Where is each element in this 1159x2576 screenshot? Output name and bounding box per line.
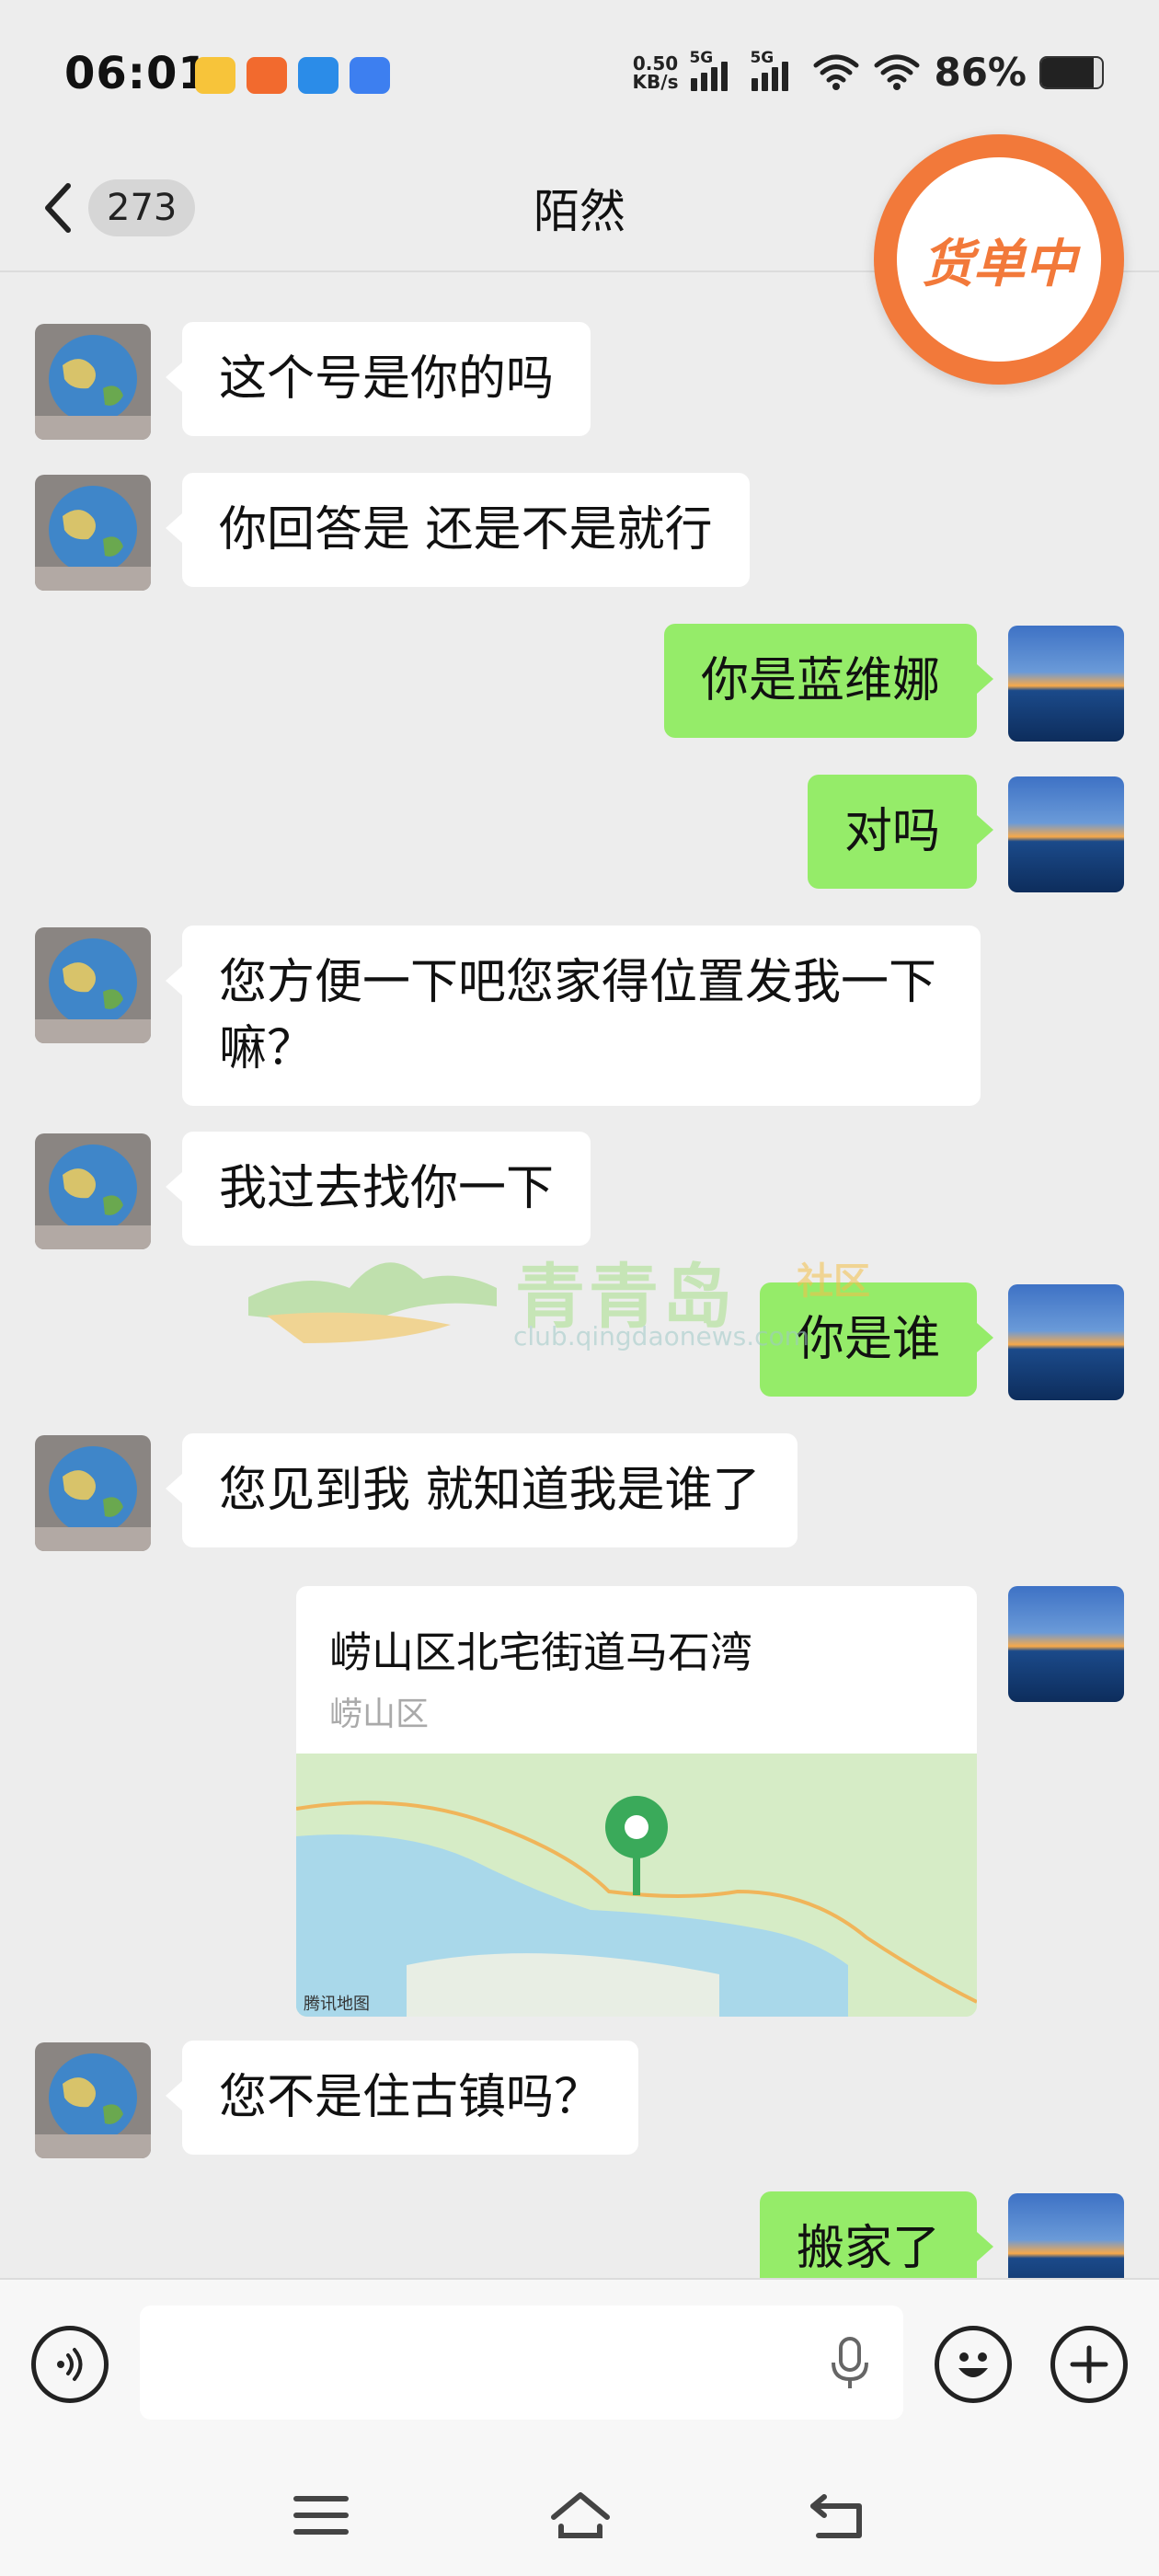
my-avatar[interactable] bbox=[1008, 776, 1124, 892]
message-input[interactable] bbox=[140, 2306, 903, 2420]
outgoing-message[interactable]: 你是蓝维娜 bbox=[663, 624, 994, 738]
contact-avatar[interactable] bbox=[35, 2042, 151, 2158]
notification-app-icon bbox=[195, 57, 235, 94]
incoming-message[interactable]: 你回答是 还是不是就行 bbox=[166, 473, 750, 587]
input-bar bbox=[0, 2278, 1159, 2447]
wifi-icon bbox=[874, 54, 920, 90]
contact-avatar[interactable] bbox=[35, 1133, 151, 1249]
contact-avatar[interactable] bbox=[35, 1435, 151, 1551]
notification-app-icon bbox=[350, 57, 390, 94]
home-icon[interactable] bbox=[548, 2490, 613, 2541]
net-speed-value: 0.50 bbox=[632, 52, 679, 75]
incoming-message[interactable]: 您见到我 就知道我是谁了 bbox=[166, 1433, 798, 1547]
incoming-message[interactable]: 这个号是你的吗 bbox=[165, 322, 591, 436]
location-title: 崂山区北宅街道马石湾 bbox=[329, 1627, 752, 1677]
my-avatar[interactable] bbox=[1008, 1586, 1124, 1702]
system-nav-bar bbox=[0, 2447, 1159, 2576]
incoming-message[interactable]: 您不是住古镇吗？ bbox=[165, 2041, 639, 2155]
network-speed: 0.50 KB/s bbox=[633, 54, 679, 91]
plus-button[interactable] bbox=[1050, 2326, 1128, 2403]
my-avatar[interactable] bbox=[1008, 626, 1124, 742]
notification-app-icon bbox=[247, 57, 287, 94]
sim1-tag: 5G bbox=[689, 48, 714, 67]
sim2-tag: 5G bbox=[750, 48, 775, 67]
contact-avatar[interactable] bbox=[35, 927, 151, 1043]
signal-icon: 5G bbox=[689, 49, 739, 91]
outgoing-message[interactable]: 对吗 bbox=[807, 775, 994, 889]
menu-icon[interactable] bbox=[289, 2490, 353, 2541]
battery-percent: 86% bbox=[934, 50, 1027, 95]
incoming-message[interactable]: 我过去找你一下 bbox=[165, 1132, 591, 1246]
outgoing-message[interactable]: 搬家了 bbox=[759, 2191, 994, 2278]
floating-badge-label: 货单中 bbox=[897, 157, 1101, 362]
plus-icon bbox=[1070, 2345, 1108, 2384]
back-icon[interactable] bbox=[806, 2490, 870, 2541]
incoming-message[interactable]: 您方便一下吧您家得位置发我一下嘛？ bbox=[166, 926, 981, 1106]
map-image bbox=[296, 1754, 977, 2017]
notification-app-icon bbox=[298, 57, 339, 94]
outgoing-message[interactable]: 你是谁 bbox=[759, 1282, 994, 1397]
my-avatar[interactable] bbox=[1008, 1284, 1124, 1400]
voice-icon bbox=[57, 2348, 83, 2381]
net-speed-unit: KB/s bbox=[632, 70, 679, 93]
map-credit: 腾讯地图 bbox=[304, 1995, 370, 2014]
contact-avatar[interactable] bbox=[35, 324, 151, 440]
location-map[interactable]: 腾讯地图 bbox=[296, 1754, 977, 2017]
floating-order-badge[interactable]: 货单中 bbox=[874, 134, 1124, 385]
voice-button[interactable] bbox=[31, 2326, 109, 2403]
emoji-button[interactable] bbox=[935, 2326, 1012, 2403]
wifi-icon bbox=[813, 54, 859, 90]
battery-fill bbox=[1041, 57, 1094, 87]
status-right: 0.50 KB/s 5G 5G 86% bbox=[633, 49, 1104, 95]
clock: 06:01 bbox=[64, 48, 210, 99]
signal-icon: 5G bbox=[750, 49, 799, 91]
mic-icon[interactable] bbox=[828, 2335, 872, 2392]
location-card[interactable]: 崂山区北宅街道马石湾 崂山区 腾讯地图 bbox=[296, 1586, 977, 2017]
my-avatar[interactable] bbox=[1008, 2193, 1124, 2278]
location-subtitle: 崂山区 bbox=[329, 1696, 430, 1733]
notification-icons bbox=[195, 57, 390, 94]
message-list[interactable]: 这个号是你的吗 你回答是 还是不是就行 你是蓝维娜 对吗 您方便一下吧您家得位置… bbox=[0, 272, 1159, 2278]
status-bar: 06:01 0.50 KB/s 5G 5G 86% bbox=[0, 0, 1159, 147]
contact-avatar[interactable] bbox=[35, 475, 151, 591]
emoji-icon bbox=[958, 2352, 988, 2377]
battery-icon bbox=[1039, 55, 1104, 89]
